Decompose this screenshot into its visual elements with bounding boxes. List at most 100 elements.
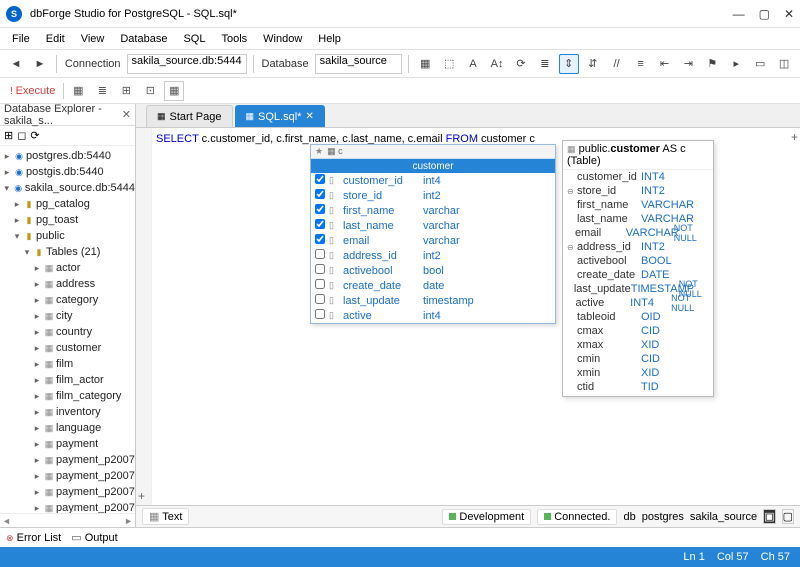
tree-node[interactable]: ▸▦address [0, 276, 135, 292]
autocomplete-item[interactable]: ▯create_datedate [311, 278, 555, 293]
twisty-icon[interactable]: ▸ [32, 375, 42, 386]
column-checkbox[interactable] [315, 234, 325, 244]
exec-option-button[interactable]: ≣ [92, 81, 112, 101]
twisty-icon[interactable]: ▸ [32, 503, 42, 514]
menu-view[interactable]: View [73, 31, 113, 47]
twisty-icon[interactable]: ▸ [32, 407, 42, 418]
database-dropdown[interactable]: sakila_source [315, 54, 403, 74]
autocomplete-item[interactable]: ▯first_namevarchar [311, 203, 555, 218]
column-checkbox[interactable] [315, 249, 325, 259]
tree-node[interactable]: ▸▦language [0, 420, 135, 436]
autocomplete-item[interactable]: ▯customer_idint4 [311, 173, 555, 188]
comment-button[interactable]: // [607, 54, 627, 74]
tree-node[interactable]: ▸◉postgres.db:5440 [0, 148, 135, 164]
tool-button[interactable]: A [463, 54, 483, 74]
twisty-icon[interactable]: ▸ [32, 487, 42, 498]
twisty-icon[interactable]: ▾ [22, 247, 32, 258]
twisty-icon[interactable]: ▸ [32, 423, 42, 434]
refresh-button[interactable]: ⟳ [511, 54, 531, 74]
explorer-toolbtn[interactable]: ⊞ [4, 129, 13, 142]
tool-button-active[interactable]: ⇕ [559, 54, 579, 74]
execute-button[interactable]: ! Execute [6, 85, 59, 97]
column-checkbox[interactable] [315, 204, 325, 214]
tree-node[interactable]: ▸▮pg_catalog [0, 196, 135, 212]
twisty-icon[interactable]: ▸ [32, 311, 42, 322]
new-sql-button[interactable]: ▦ [415, 54, 435, 74]
tool-button[interactable]: ⬚ [439, 54, 459, 74]
tree-node[interactable]: ▸▦payment_p2007 [0, 500, 135, 513]
exec-option-button[interactable]: ⊞ [116, 81, 136, 101]
close-button[interactable]: ✕ [784, 7, 794, 21]
twisty-icon[interactable]: ▾ [12, 231, 22, 242]
text-tab[interactable]: ▦ Text [142, 508, 189, 525]
tree-node[interactable]: ▸▮pg_toast [0, 212, 135, 228]
add-button[interactable]: + [138, 489, 145, 503]
font-size-button[interactable]: A↕ [487, 54, 507, 74]
twisty-icon[interactable]: ▾ [2, 183, 12, 194]
tree-node[interactable]: ▸◉postgis.db:5440 [0, 164, 135, 180]
layout-button[interactable]: ▣ [763, 509, 775, 524]
tree-node[interactable]: ▸▦customer [0, 340, 135, 356]
sql-editor[interactable]: SELECT c.customer_id, c.first_name, c.la… [136, 128, 800, 505]
tree-node[interactable]: ▾▮Tables (21) [0, 244, 135, 260]
menu-tools[interactable]: Tools [213, 31, 255, 47]
tree-node[interactable]: ▸▦film_actor [0, 372, 135, 388]
tool-button[interactable]: ⇵ [583, 54, 603, 74]
column-checkbox[interactable] [315, 279, 325, 289]
autocomplete-item[interactable]: ▯store_idint2 [311, 188, 555, 203]
maximize-button[interactable]: ▢ [759, 7, 770, 21]
tree-node[interactable]: ▸▦payment [0, 436, 135, 452]
tree-node[interactable]: ▸▦country [0, 324, 135, 340]
output-tab[interactable]: ▭ Output [71, 531, 118, 544]
tree-node[interactable]: ▸▦payment_p2007 [0, 468, 135, 484]
tool-button[interactable]: ▭ [750, 54, 770, 74]
explorer-toolbtn[interactable]: ◻ [17, 129, 26, 142]
explorer-close-button[interactable]: ✕ [122, 108, 131, 121]
twisty-icon[interactable]: ▸ [32, 343, 42, 354]
forward-button[interactable]: ► [30, 54, 50, 74]
db-tree[interactable]: ▸◉postgres.db:5440▸◉postgis.db:5440▾◉sak… [0, 146, 135, 513]
exec-option-button[interactable]: ⊡ [140, 81, 160, 101]
exec-option-button[interactable]: ▦ [68, 81, 88, 101]
twisty-icon[interactable]: ▸ [32, 439, 42, 450]
menu-file[interactable]: File [4, 31, 38, 47]
twisty-icon[interactable]: ▸ [32, 327, 42, 338]
autocomplete-item[interactable]: ▯last_namevarchar [311, 218, 555, 233]
bookmark-button[interactable]: ⚑ [702, 54, 722, 74]
minimize-button[interactable]: — [733, 7, 745, 21]
align-button[interactable]: ≣ [535, 54, 555, 74]
column-checkbox[interactable] [315, 294, 325, 304]
twisty-icon[interactable]: ▸ [32, 279, 42, 290]
twisty-icon[interactable]: ▸ [32, 359, 42, 370]
uncomment-button[interactable]: ≡ [631, 54, 651, 74]
autocomplete-item[interactable]: ▯address_idint2 [311, 248, 555, 263]
column-checkbox[interactable] [315, 189, 325, 199]
tree-node[interactable]: ▸▦film_category [0, 388, 135, 404]
connection-dropdown[interactable]: sakila_source.db:5444 [127, 54, 247, 74]
scroll-left-button[interactable]: ◄ [2, 516, 11, 526]
error-list-tab[interactable]: ⊗ Error List [6, 532, 61, 544]
column-checkbox[interactable] [315, 174, 325, 184]
tree-node[interactable]: ▸▦inventory [0, 404, 135, 420]
menu-help[interactable]: Help [310, 31, 349, 47]
autocomplete-popup[interactable]: ★ ▦ c customer ▯customer_idint4▯store_id… [310, 144, 556, 324]
column-checkbox[interactable] [315, 309, 325, 319]
menu-edit[interactable]: Edit [38, 31, 73, 47]
twisty-icon[interactable]: ▸ [32, 295, 42, 306]
layout-button[interactable]: ▢ [782, 509, 794, 524]
twisty-icon[interactable]: ▸ [2, 151, 12, 162]
autocomplete-item[interactable]: ▯tableoidoid [311, 323, 555, 324]
twisty-icon[interactable]: ▸ [2, 167, 12, 178]
tree-node[interactable]: ▾▮public [0, 228, 135, 244]
autocomplete-item[interactable]: ▯emailvarchar [311, 233, 555, 248]
twisty-icon[interactable]: ▸ [32, 263, 42, 274]
add-button[interactable]: + [791, 130, 798, 144]
tree-node[interactable]: ▸▦payment_p2007 [0, 484, 135, 500]
tab-startpage[interactable]: ▦Start Page [146, 105, 233, 127]
tab-sqlsql[interactable]: ▦SQL.sql*✕ [235, 105, 325, 127]
twisty-icon[interactable]: ▸ [32, 471, 42, 482]
tab-close-button[interactable]: ✕ [305, 111, 313, 122]
autocomplete-item[interactable]: ▯last_updatetimestamp [311, 293, 555, 308]
tool-button[interactable]: ◫ [774, 54, 794, 74]
column-checkbox[interactable] [315, 219, 325, 229]
